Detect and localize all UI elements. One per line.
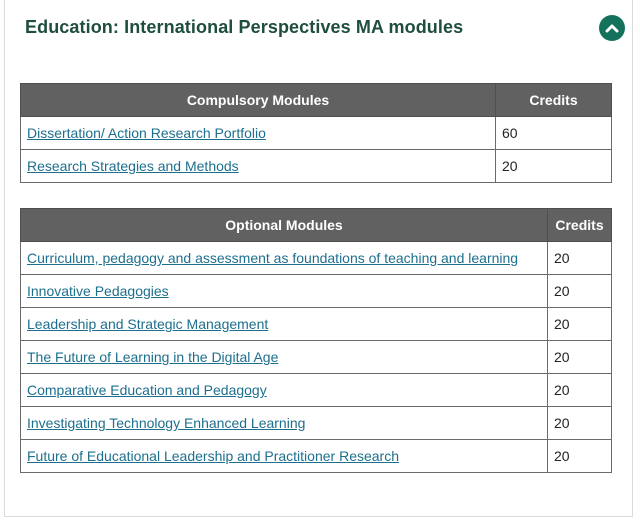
credits-cell: 60 (495, 116, 612, 150)
module-link[interactable]: Research Strategies and Methods (27, 158, 239, 174)
column-header-module: Optional Modules (20, 208, 548, 242)
credits-cell: 20 (547, 340, 612, 374)
module-cell: Future of Educational Leadership and Pra… (20, 439, 548, 473)
column-header-credits: Credits (495, 83, 612, 117)
module-cell: The Future of Learning in the Digital Ag… (20, 340, 548, 374)
credits-cell: 20 (547, 274, 612, 308)
table-row: Investigating Technology Enhanced Learni… (20, 406, 612, 440)
module-cell: Curriculum, pedagogy and assessment as f… (20, 241, 548, 275)
module-cell: Investigating Technology Enhanced Learni… (20, 406, 548, 440)
compulsory-modules-table: Compulsory Modules Credits Dissertation/… (20, 83, 612, 183)
module-cell: Research Strategies and Methods (20, 149, 496, 183)
module-link[interactable]: Curriculum, pedagogy and assessment as f… (27, 250, 518, 266)
credits-cell: 20 (547, 406, 612, 440)
table-row: Comparative Education and Pedagogy 20 (20, 373, 612, 407)
module-link[interactable]: Innovative Pedagogies (27, 283, 169, 299)
module-link[interactable]: Dissertation/ Action Research Portfolio (27, 125, 266, 141)
chevron-up-icon (605, 24, 619, 33)
section-title: Education: International Perspectives MA… (25, 17, 464, 37)
table-row: Future of Educational Leadership and Pra… (20, 439, 612, 473)
credits-cell: 20 (547, 373, 612, 407)
module-link[interactable]: The Future of Learning in the Digital Ag… (27, 349, 278, 365)
table-row: Research Strategies and Methods 20 (20, 149, 612, 183)
module-cell: Leadership and Strategic Management (20, 307, 548, 341)
column-header-credits: Credits (547, 208, 612, 242)
credits-cell: 20 (547, 241, 612, 275)
column-header-module: Compulsory Modules (20, 83, 496, 117)
table-row: Innovative Pedagogies 20 (20, 274, 612, 308)
table-row: Curriculum, pedagogy and assessment as f… (20, 241, 612, 275)
module-link[interactable]: Leadership and Strategic Management (27, 316, 268, 332)
credits-cell: 20 (495, 149, 612, 183)
table-row: The Future of Learning in the Digital Ag… (20, 340, 612, 374)
credits-cell: 20 (547, 307, 612, 341)
module-link[interactable]: Future of Educational Leadership and Pra… (27, 448, 399, 464)
credits-cell: 20 (547, 439, 612, 473)
collapse-toggle-button[interactable] (599, 15, 625, 41)
optional-modules-table: Optional Modules Credits Curriculum, ped… (20, 208, 612, 473)
module-link[interactable]: Comparative Education and Pedagogy (27, 382, 267, 398)
module-cell: Comparative Education and Pedagogy (20, 373, 548, 407)
table-header-row: Compulsory Modules Credits (20, 83, 612, 117)
module-cell: Dissertation/ Action Research Portfolio (20, 116, 496, 150)
table-header-row: Optional Modules Credits (20, 208, 612, 242)
table-row: Leadership and Strategic Management 20 (20, 307, 612, 341)
module-link[interactable]: Investigating Technology Enhanced Learni… (27, 415, 305, 431)
table-row: Dissertation/ Action Research Portfolio … (20, 116, 612, 150)
module-cell: Innovative Pedagogies (20, 274, 548, 308)
